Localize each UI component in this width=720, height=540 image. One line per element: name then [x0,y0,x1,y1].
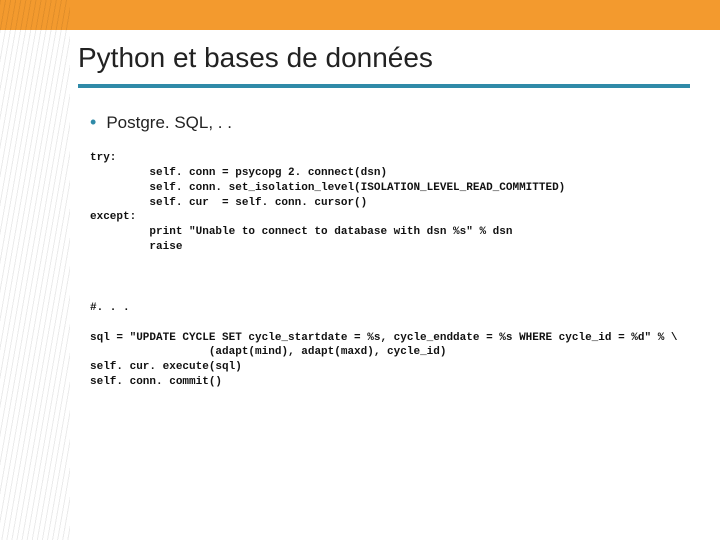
slide-title: Python et bases de données [78,42,690,80]
content-area: • Postgre. SQL, . . try: self. conn = ps… [90,112,690,390]
bullet-dot-icon: • [90,112,96,133]
header-bar [0,0,720,30]
title-block: Python et bases de données [78,42,690,88]
bullet-item: • Postgre. SQL, . . [90,112,690,133]
code-block-bottom: #. . . sql = "UPDATE CYCLE SET cycle_sta… [90,301,690,390]
title-underline [78,84,690,88]
code-block-top: try: self. conn = psycopg 2. connect(dsn… [90,151,690,255]
bullet-text: Postgre. SQL, . . [106,113,232,133]
left-hatching-decoration [0,0,70,540]
